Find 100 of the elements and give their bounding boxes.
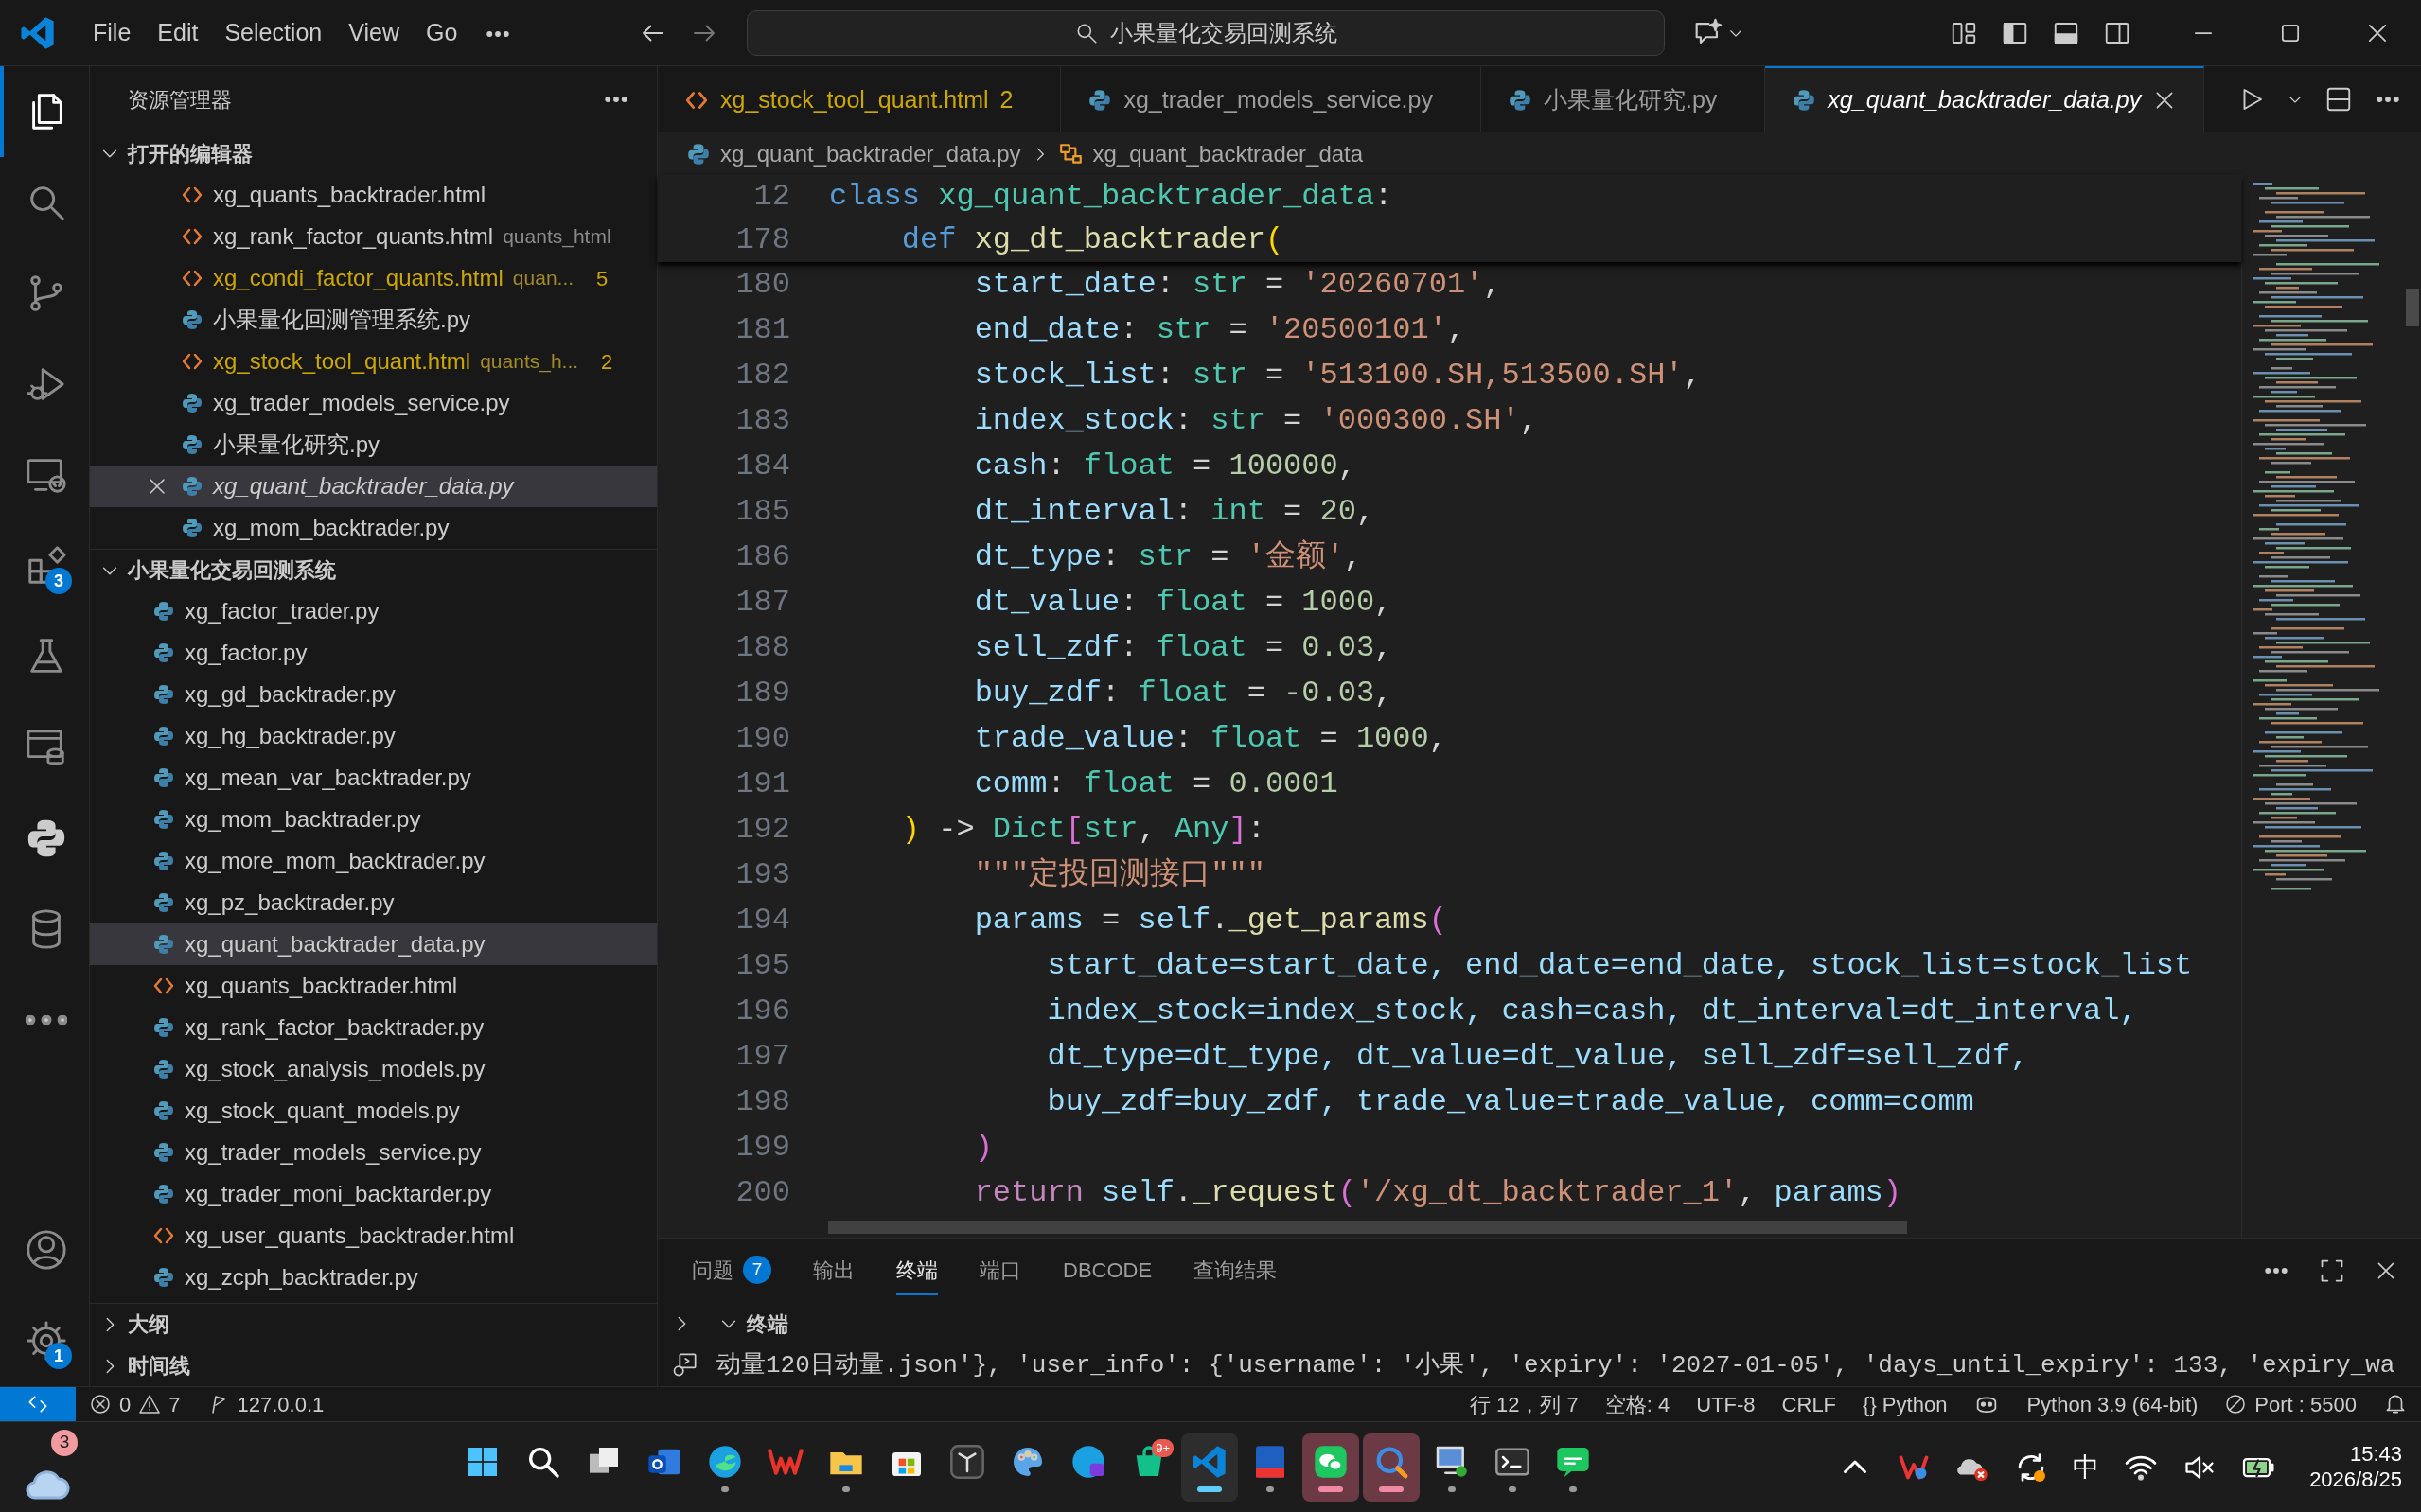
code-line: buy_zdf: float = -0.03,: [973, 675, 1393, 712]
running-indicator: [1379, 1486, 1405, 1492]
file-tree-item[interactable]: xg_stock_quant_models.py: [90, 1090, 657, 1132]
editor-tab[interactable]: xg_quant_backtrader_data.py: [1765, 66, 2205, 132]
file-tree-item[interactable]: xg_quants_backtrader.html: [90, 965, 657, 1007]
terminal-debug-icon[interactable]: [671, 1352, 698, 1379]
problem-count: 5: [596, 265, 609, 292]
taskbar-button[interactable]: 9+: [1121, 1433, 1178, 1502]
maximize-panel-icon[interactable]: [2319, 1257, 2345, 1284]
file-tree-item[interactable]: xg_factor_trader.py: [90, 590, 657, 632]
terminal-section-header[interactable]: 终端: [718, 1308, 788, 1340]
file-name: xg_trader_models_service.py: [213, 389, 510, 417]
status-item[interactable]: UTF-8: [1683, 1386, 1769, 1422]
python-file-icon: [152, 1016, 175, 1039]
open-editor-item[interactable]: xg_stock_tool_quant.html quants_h... 2: [90, 341, 657, 382]
file-tree-item[interactable]: xg_zcph_backtrader.py: [90, 1257, 657, 1298]
file-tree-item[interactable]: xg_rank_factor_backtrader.py: [90, 1007, 657, 1048]
python-file-icon: [152, 1099, 175, 1122]
panel-tab[interactable]: 终端: [896, 1246, 938, 1295]
panel-tab[interactable]: DBCODE: [1063, 1246, 1153, 1295]
code-line: def xg_dt_backtrader(: [900, 221, 1284, 259]
status-item[interactable]: Python 3.9 (64-bit): [2013, 1386, 2212, 1422]
file-name: xg_quants_backtrader.html: [185, 972, 458, 1000]
file-name: 小果量化回测管理系统.py: [213, 306, 470, 334]
python-file-icon: [181, 433, 203, 456]
python-file-icon: [686, 141, 711, 167]
file-tree-item[interactable]: xg_hg_backtrader.py: [90, 715, 657, 757]
taskbar-button[interactable]: [1363, 1433, 1421, 1502]
panel-tab[interactable]: 端口: [980, 1246, 1021, 1295]
status-item[interactable]: Port : 5500: [2254, 1388, 2357, 1420]
menu-item[interactable]: Edit: [144, 9, 212, 57]
menu-item[interactable]: Go: [413, 9, 471, 57]
file-tree-item[interactable]: xg_trader_moni_backtarder.py: [90, 1173, 657, 1215]
warning-count[interactable]: 7: [168, 1388, 181, 1420]
notification-badge: 9+: [1152, 1438, 1175, 1457]
clock-date[interactable]: 2026/8/25: [2309, 1467, 2402, 1492]
file-tree-item[interactable]: xg_gd_backtrader.py: [90, 674, 657, 715]
file-tree-item[interactable]: xg_mean_var_backtrader.py: [90, 757, 657, 799]
status-item[interactable]: 127.0.0.1: [237, 1388, 325, 1420]
section-header[interactable]: 大纲: [90, 1303, 657, 1345]
python-file-icon: [1792, 87, 1817, 113]
open-editor-item[interactable]: xg_condi_factor_quants.html quan... 5: [90, 257, 657, 299]
clock-time[interactable]: 15:43: [2349, 1442, 2402, 1468]
warning-icon[interactable]: [138, 1393, 162, 1415]
vertical-scrollbar[interactable]: [2406, 289, 2419, 326]
no-entry-icon[interactable]: [2224, 1393, 2248, 1415]
error-count[interactable]: 0: [119, 1388, 132, 1420]
line-number: 199: [734, 1129, 790, 1167]
panel-tab[interactable]: 输出: [813, 1246, 855, 1295]
breadcrumb-item[interactable]: xg_quant_backtrader_data.py: [720, 136, 1021, 171]
panel-tab[interactable]: 查询结果: [1193, 1246, 1278, 1295]
horizontal-scrollbar[interactable]: [828, 1221, 1907, 1234]
open-editor-item[interactable]: xg_quant_backtrader_data.py: [90, 466, 657, 507]
remote-button[interactable]: [0, 1386, 76, 1422]
menu-item[interactable]: View: [335, 9, 413, 57]
status-item[interactable]: CRLF: [1768, 1386, 1850, 1422]
python-file-icon: [152, 725, 175, 747]
line-number: 190: [734, 720, 790, 758]
menu-item[interactable]: File: [80, 9, 145, 57]
section-header[interactable]: 打开的编辑器: [90, 132, 657, 174]
breadcrumb-item[interactable]: xg_quant_backtrader_data: [1092, 136, 1364, 171]
taskbar-button[interactable]: [1302, 1433, 1360, 1502]
line-number: 192: [734, 811, 790, 849]
running-indicator: [1318, 1486, 1344, 1492]
file-tree-item[interactable]: xg_quant_backtrader_data.py: [90, 923, 657, 965]
menu-item[interactable]: Selection: [211, 9, 336, 57]
file-tree-item[interactable]: xg_user_quants_backtrader.html: [90, 1215, 657, 1257]
error-icon[interactable]: [89, 1393, 112, 1415]
open-editor-item[interactable]: xg_quants_backtrader.html: [90, 174, 657, 216]
line-number: 181: [734, 311, 790, 349]
taskbar-button[interactable]: [1181, 1433, 1239, 1502]
file-name: xg_quants_backtrader.html: [213, 181, 486, 209]
activity-bar-item[interactable]: 3: [0, 520, 89, 611]
running-indicator: [842, 1486, 851, 1492]
command-center-search[interactable]: 小果量化交易回测系统: [747, 9, 1666, 56]
file-name: xg_rank_factor_quants.html: [213, 222, 494, 251]
panel-tab[interactable]: 问题 7: [692, 1246, 771, 1295]
file-name: xg_factor_trader.py: [185, 597, 380, 625]
open-editor-item[interactable]: xg_mom_backtrader.py: [90, 507, 657, 549]
line-number: 12: [752, 178, 790, 216]
file-tree-item[interactable]: xg_factor.py: [90, 632, 657, 674]
status-item[interactable]: 行 12，列 7: [1456, 1386, 1592, 1422]
python-file-icon: [152, 683, 175, 706]
file-tree-item[interactable]: xg_stock_analysis_models.py: [90, 1048, 657, 1090]
open-editor-item[interactable]: 小果量化回测管理系统.py: [90, 299, 657, 341]
line-number: 197: [734, 1038, 790, 1076]
file-name: xg_more_mom_backtrader.py: [185, 847, 486, 875]
file-tree-item[interactable]: xg_trader_models_service.py: [90, 1132, 657, 1173]
status-item[interactable]: {} Python: [1849, 1386, 1961, 1422]
running-indicator: [1448, 1486, 1457, 1492]
open-editor-item[interactable]: xg_rank_factor_quants.html quants_html: [90, 216, 657, 257]
account-icon[interactable]: [25, 1228, 68, 1272]
file-tree-item[interactable]: xg_pz_backtrader.py: [90, 882, 657, 923]
input-method-indicator[interactable]: 中: [2073, 1447, 2100, 1487]
open-editor-item[interactable]: 小果量化研究.py: [90, 424, 657, 466]
section-header[interactable]: 小果量化交易回测系统: [90, 549, 657, 590]
status-item[interactable]: 空格: 4: [1591, 1386, 1684, 1422]
open-editor-item[interactable]: xg_trader_models_service.py: [90, 382, 657, 424]
file-tree-item[interactable]: xg_mom_backtrader.py: [90, 799, 657, 840]
file-tree-item[interactable]: xg_more_mom_backtrader.py: [90, 840, 657, 882]
